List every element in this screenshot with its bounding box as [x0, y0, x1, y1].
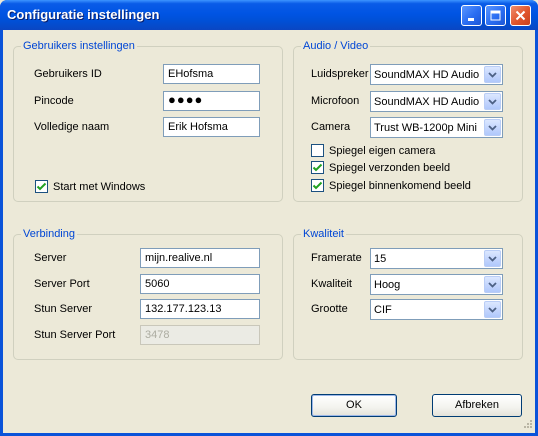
dropdown-button[interactable] — [484, 276, 501, 293]
microphone-label: Microfoon — [311, 95, 360, 107]
chevron-down-icon — [488, 255, 497, 262]
pincode-label: Pincode — [34, 95, 74, 107]
dropdown-button[interactable] — [484, 119, 501, 136]
speaker-label: Luidspreker — [311, 68, 369, 80]
quality-value: Hoog — [374, 279, 401, 291]
window-title: Configuratie instellingen — [7, 7, 160, 22]
stun-server-label: Stun Server — [34, 303, 93, 315]
mirror-incoming-checkbox[interactable] — [311, 179, 324, 192]
quality-title: Kwaliteit — [301, 227, 346, 241]
checkmark-icon — [36, 182, 47, 191]
size-select[interactable]: CIF — [370, 299, 503, 320]
maximize-icon — [490, 10, 501, 21]
server-port-input[interactable]: 5060 — [140, 274, 260, 294]
speaker-select[interactable]: SoundMAX HD Audio — [370, 64, 503, 85]
camera-select[interactable]: Trust WB-1200p Mini — [370, 117, 503, 138]
user-settings-group: Gebruikers instellingen Gebruikers ID EH… — [13, 39, 283, 202]
speaker-value: SoundMAX HD Audio — [374, 69, 480, 81]
stun-server-input[interactable]: 132.177.123.13 — [140, 299, 260, 319]
ok-button[interactable]: OK — [311, 394, 397, 417]
user-id-input[interactable]: EHofsma — [163, 64, 260, 84]
start-with-windows-label[interactable]: Start met Windows — [53, 180, 145, 194]
close-icon — [515, 10, 526, 21]
audio-video-group: Audio / Video Luidspreker SoundMAX HD Au… — [293, 39, 523, 202]
connection-group: Verbinding Server mijn.realive.nl Server… — [13, 227, 283, 360]
framerate-value: 15 — [374, 253, 387, 265]
connection-title: Verbinding — [21, 227, 77, 241]
size-value: CIF — [374, 304, 392, 316]
chevron-down-icon — [488, 98, 497, 105]
start-with-windows-checkbox[interactable] — [35, 180, 48, 193]
dialog-body: Gebruikers instellingen Gebruikers ID EH… — [3, 30, 535, 433]
full-name-label: Volledige naam — [34, 121, 110, 133]
checkmark-icon — [312, 163, 323, 172]
audio-video-title: Audio / Video — [301, 39, 371, 53]
maximize-button[interactable] — [485, 5, 506, 26]
quality-label: Kwaliteit — [311, 278, 352, 290]
mirror-own-camera-label[interactable]: Spiegel eigen camera — [329, 144, 435, 158]
title-bar[interactable]: Configuratie instellingen — [0, 0, 538, 30]
chevron-down-icon — [488, 71, 497, 78]
size-label: Grootte — [311, 303, 348, 315]
quality-group: Kwaliteit Framerate 15 Kwaliteit Hoog Gr… — [293, 227, 523, 360]
stun-server-port-input: 3478 — [140, 325, 260, 345]
full-name-input[interactable]: Erik Hofsma — [163, 117, 260, 137]
stun-server-port-label: Stun Server Port — [34, 329, 116, 341]
mirror-sent-checkbox[interactable] — [311, 161, 324, 174]
chevron-down-icon — [488, 124, 497, 131]
chevron-down-icon — [488, 281, 497, 288]
server-label: Server — [34, 252, 67, 264]
pincode-input[interactable]: ●●●● — [163, 91, 260, 111]
server-input[interactable]: mijn.realive.nl — [140, 248, 260, 268]
mirror-sent-label[interactable]: Spiegel verzonden beeld — [329, 161, 450, 175]
dialog-window: Configuratie instellingen Gebruikers ins… — [0, 0, 538, 436]
framerate-label: Framerate — [311, 252, 362, 264]
camera-label: Camera — [311, 121, 351, 133]
dropdown-button[interactable] — [484, 301, 501, 318]
mirror-incoming-label[interactable]: Spiegel binnenkomend beeld — [329, 179, 471, 193]
camera-value: Trust WB-1200p Mini — [374, 122, 477, 134]
minimize-button[interactable] — [461, 5, 482, 26]
user-id-label: Gebruikers ID — [34, 68, 102, 80]
close-button[interactable] — [510, 5, 531, 26]
quality-select[interactable]: Hoog — [370, 274, 503, 295]
framerate-select[interactable]: 15 — [370, 248, 503, 269]
server-port-label: Server Port — [34, 278, 90, 290]
dropdown-button[interactable] — [484, 66, 501, 83]
chevron-down-icon — [488, 306, 497, 313]
microphone-select[interactable]: SoundMAX HD Audio — [370, 91, 503, 112]
resize-grip-icon[interactable] — [521, 419, 533, 431]
user-settings-title: Gebruikers instellingen — [21, 39, 137, 53]
microphone-value: SoundMAX HD Audio — [374, 96, 480, 108]
dropdown-button[interactable] — [484, 250, 501, 267]
dropdown-button[interactable] — [484, 93, 501, 110]
minimize-icon — [468, 18, 474, 21]
cancel-button[interactable]: Afbreken — [432, 394, 522, 417]
checkmark-icon — [312, 181, 323, 190]
mirror-own-camera-checkbox[interactable] — [311, 144, 324, 157]
